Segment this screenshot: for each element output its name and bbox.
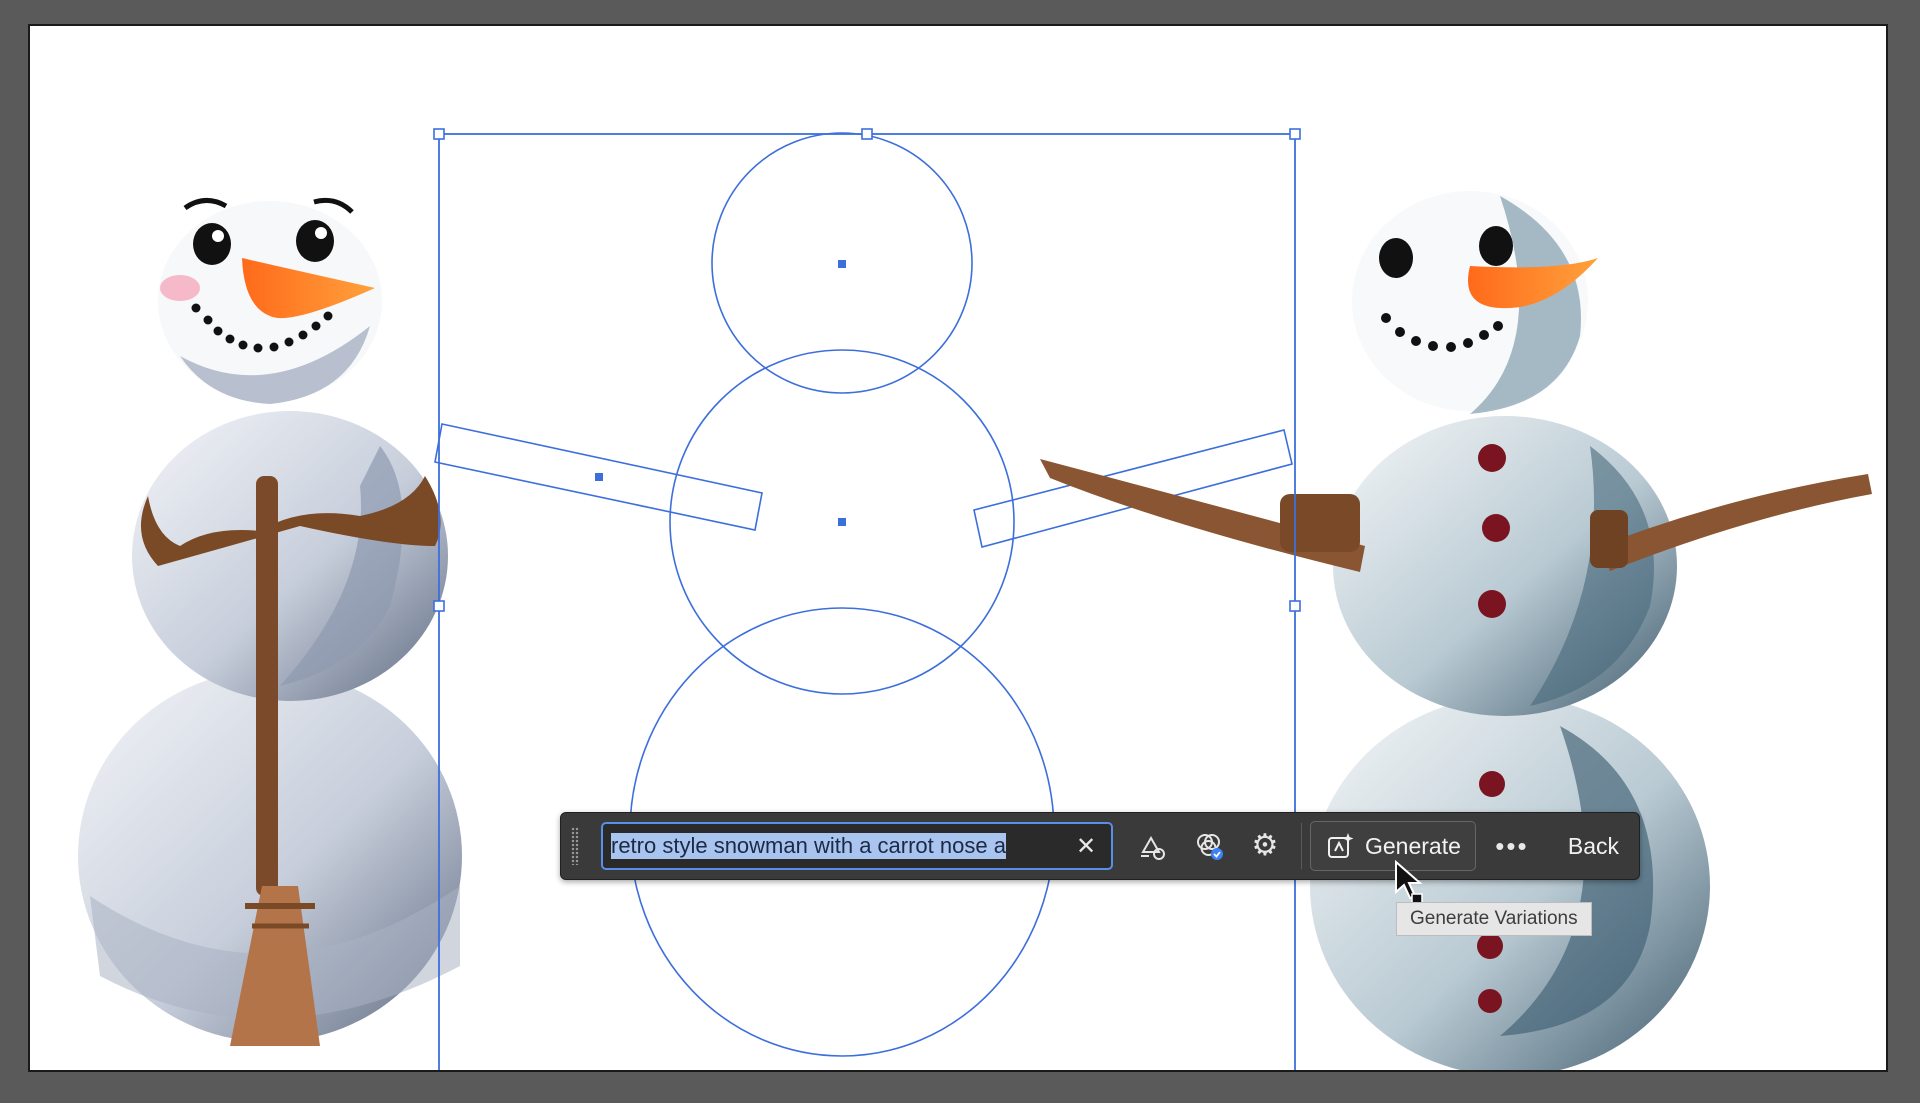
clear-prompt-button[interactable]: ✕ [1069,829,1103,863]
resize-handle[interactable] [1289,600,1301,612]
variation-eye [1479,226,1513,266]
color-match-icon [1197,834,1223,860]
generate-button[interactable]: Generate [1310,821,1476,871]
shape-style-button[interactable] [1128,821,1178,871]
selection-bounding-box[interactable] [433,128,1301,1072]
shape-style-icon [1141,835,1165,860]
prompt-text[interactable]: retro style snowman with a carrot nose a [611,833,1061,859]
more-horizontal-icon: ••• [1495,830,1529,861]
close-icon: ✕ [1075,832,1097,860]
resize-handle[interactable] [1289,128,1301,140]
resize-handle[interactable] [433,600,445,612]
resize-handle[interactable] [433,128,445,140]
snowman-eye [296,220,334,262]
artwork-canvas [78,128,1872,1072]
tooltip-text: Generate Variations [1410,908,1578,929]
generate-sparkle-icon [1328,833,1354,858]
toolbar-divider [1301,823,1302,869]
drag-handle-icon[interactable] [571,827,579,865]
generate-variations-tooltip: Generate Variations [1396,902,1592,936]
back-label: Back [1567,832,1620,859]
generate-label: Generate [1365,832,1461,859]
settings-button[interactable]: ⚙ [1240,821,1290,871]
snowman-eye [193,223,231,265]
snowman-with-broom[interactable] [78,197,462,1046]
broom-handle [256,476,278,896]
variation-eye [1379,238,1413,278]
gear-icon: ⚙ [1251,829,1279,862]
back-button[interactable]: Back [1550,821,1637,871]
prompt-input[interactable]: retro style snowman with a carrot nose a… [601,822,1113,870]
contextual-task-bar: retro style snowman with a carrot nose a… [560,812,1640,880]
color-match-button[interactable] [1184,821,1234,871]
artboard[interactable] [28,24,1888,1072]
generated-snowman-variation[interactable] [1040,191,1872,1072]
resize-handle[interactable] [861,128,873,140]
snowman-outline-shapes[interactable] [434,132,1293,1057]
mouse-pointer-icon [1395,860,1423,905]
more-options-button[interactable]: ••• [1484,821,1540,871]
